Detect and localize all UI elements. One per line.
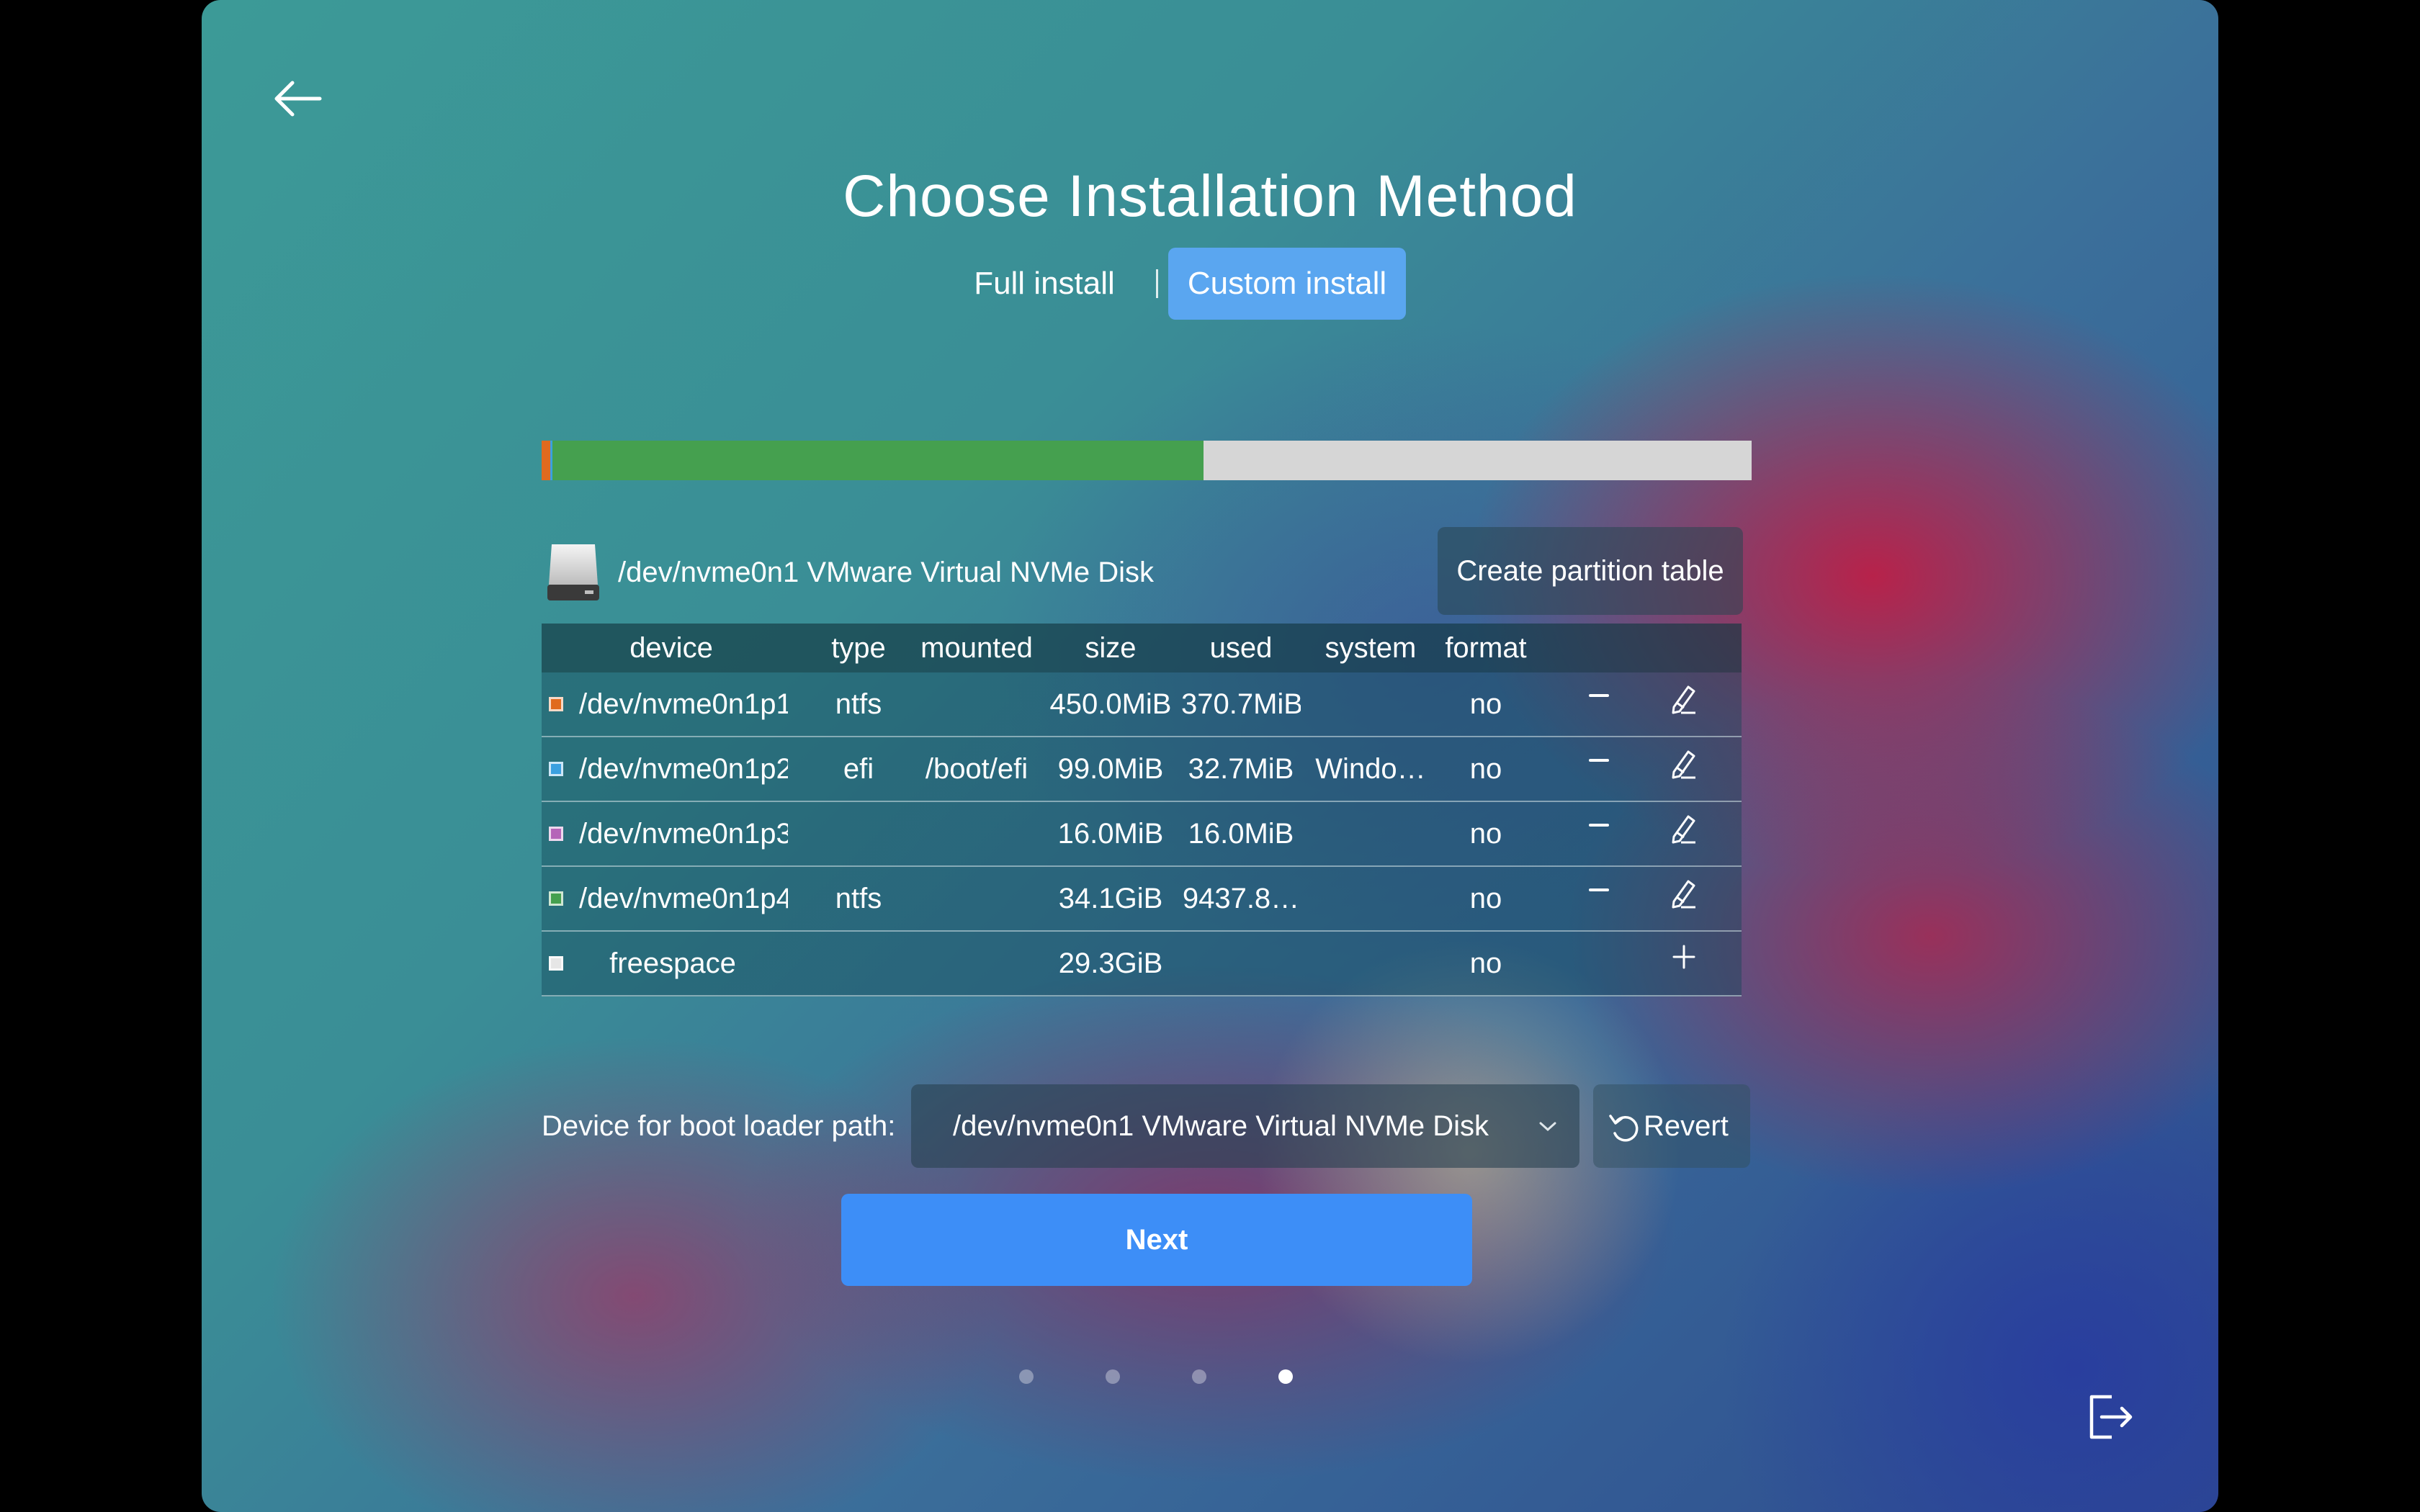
table-row[interactable]: /dev/nvme0n1p1 ntfs 450.0MiB 370.7MiB no: [542, 672, 1742, 737]
device-cell: freespace: [609, 948, 736, 979]
tab-custom-install[interactable]: Custom install: [1168, 248, 1406, 320]
device-cell: /dev/nvme0n1p3: [579, 818, 788, 850]
tab-separator: [1156, 269, 1158, 298]
system-cell: [1309, 932, 1432, 995]
mounted-cell: [913, 932, 1040, 995]
edit-partition-icon[interactable]: [1667, 746, 1700, 782]
remove-partition-icon[interactable]: [1585, 746, 1613, 782]
used-cell: 32.7MiB: [1188, 753, 1294, 785]
size-cell: 29.3GiB: [1058, 948, 1163, 979]
type-cell: [815, 932, 902, 995]
installer-window: Choose Installation Method Full install …: [202, 0, 2218, 1512]
bootloader-selected-value: /dev/nvme0n1 VMware Virtual NVMe Disk: [953, 1110, 1489, 1142]
mounted-cell: [913, 672, 1040, 736]
page-dot-1[interactable]: [1019, 1369, 1034, 1384]
edit-partition-icon[interactable]: [1667, 811, 1700, 847]
page-indicator: [202, 1369, 2218, 1391]
size-cell: 450.0MiB: [1049, 688, 1172, 720]
page-title: Choose Installation Method: [843, 163, 1577, 229]
mounted-cell: [913, 867, 1040, 930]
revert-button[interactable]: Revert: [1593, 1084, 1750, 1168]
column-header-mounted: mounted: [920, 632, 1033, 664]
used-cell: [1181, 932, 1301, 995]
create-partition-table-button[interactable]: Create partition table: [1438, 527, 1743, 615]
exit-icon[interactable]: [2083, 1390, 2138, 1444]
partition-color-swatch: [549, 891, 563, 906]
used-cell: 9437.8…: [1182, 883, 1300, 914]
device-cell: /dev/nvme0n1p2: [579, 753, 788, 785]
system-cell: Windo…: [1315, 753, 1426, 785]
column-header-size: size: [1085, 632, 1137, 664]
install-method-tabs: Full install Custom install: [202, 248, 2218, 320]
usage-segment: [1204, 441, 1752, 480]
type-cell: ntfs: [835, 688, 882, 720]
column-header-type: type: [831, 632, 886, 664]
chevron-down-icon: [1539, 1122, 1556, 1132]
partition-color-swatch: [549, 697, 563, 711]
disk-usage-bar: [542, 441, 1752, 480]
undo-icon: [1609, 1115, 1639, 1142]
size-cell: 34.1GiB: [1058, 883, 1163, 914]
format-cell: no: [1469, 688, 1502, 720]
column-header-device: device: [629, 632, 713, 664]
partition-color-swatch: [549, 956, 563, 971]
used-cell: 370.7MiB: [1181, 688, 1301, 720]
page-dot-4[interactable]: [1278, 1369, 1293, 1384]
remove-partition-icon[interactable]: [1585, 811, 1613, 847]
system-cell: [1309, 672, 1432, 736]
remove-partition-icon[interactable]: [1585, 681, 1613, 717]
partition-color-swatch: [549, 762, 563, 776]
system-cell: [1309, 867, 1432, 930]
column-header-used: used: [1209, 632, 1273, 664]
page-dot-3[interactable]: [1192, 1369, 1206, 1384]
device-cell: /dev/nvme0n1p4: [579, 883, 788, 914]
edit-partition-icon[interactable]: [1667, 681, 1700, 717]
device-cell: /dev/nvme0n1p1: [579, 688, 788, 720]
revert-label: Revert: [1644, 1110, 1729, 1142]
back-arrow-icon[interactable]: [265, 66, 330, 131]
page-dot-2[interactable]: [1106, 1369, 1120, 1384]
format-cell: no: [1469, 948, 1502, 979]
bootloader-label: Device for boot loader path:: [542, 1110, 896, 1142]
edit-partition-icon[interactable]: [1667, 876, 1700, 912]
size-cell: 99.0MiB: [1057, 753, 1164, 785]
size-cell: 16.0MiB: [1057, 818, 1164, 850]
mounted-cell: [913, 802, 1040, 865]
disk-header: /dev/nvme0n1 VMware Virtual NVMe Disk Cr…: [542, 527, 1752, 615]
table-header: device type mounted size used system for…: [542, 624, 1742, 672]
column-header-system: system: [1325, 632, 1417, 664]
used-cell: 16.0MiB: [1188, 818, 1294, 850]
table-row[interactable]: /dev/nvme0n1p4 ntfs 34.1GiB 9437.8… no: [542, 867, 1742, 932]
type-cell: [815, 802, 902, 865]
partition-table: device type mounted size used system for…: [542, 624, 1742, 996]
partition-color-swatch: [549, 827, 563, 841]
usage-segment: [552, 441, 1204, 480]
format-cell: no: [1469, 818, 1502, 850]
next-button[interactable]: Next: [841, 1194, 1472, 1286]
add-partition-icon[interactable]: [1670, 939, 1698, 975]
table-row[interactable]: /dev/nvme0n1p3 16.0MiB 16.0MiB no: [542, 802, 1742, 867]
mounted-cell: /boot/efi: [925, 753, 1028, 785]
bootloader-device-select[interactable]: /dev/nvme0n1 VMware Virtual NVMe Disk: [911, 1084, 1579, 1168]
format-cell: no: [1469, 883, 1502, 914]
table-row[interactable]: freespace 29.3GiB no: [542, 932, 1742, 996]
system-cell: [1309, 802, 1432, 865]
column-header-format: format: [1445, 632, 1527, 664]
disk-label: /dev/nvme0n1 VMware Virtual NVMe Disk: [618, 557, 1154, 588]
type-cell: ntfs: [835, 883, 882, 914]
hard-disk-icon: [547, 544, 599, 600]
remove-partition-icon[interactable]: [1585, 876, 1613, 912]
tab-full-install[interactable]: Full install: [936, 248, 1152, 320]
table-row[interactable]: /dev/nvme0n1p2 efi /boot/efi 99.0MiB 32.…: [542, 737, 1742, 802]
type-cell: efi: [843, 753, 874, 785]
usage-segment: [542, 441, 550, 480]
format-cell: no: [1469, 753, 1502, 785]
